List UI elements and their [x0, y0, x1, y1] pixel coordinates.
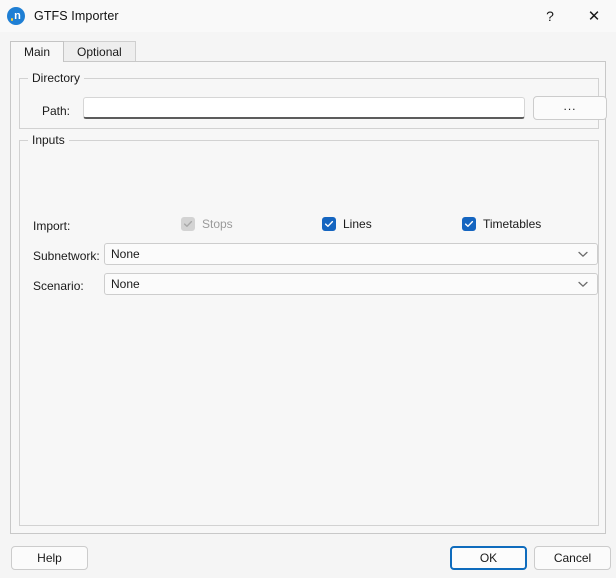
import-label: Import: [33, 219, 71, 233]
app-logo-dot [10, 18, 13, 21]
close-icon-button[interactable]: ✕ [572, 0, 616, 32]
checkbox-timetables-box[interactable] [462, 217, 476, 231]
window-title: GTFS Importer [34, 9, 119, 23]
tab-main[interactable]: Main [10, 41, 65, 62]
subnetwork-value: None [111, 247, 140, 261]
cancel-button[interactable]: Cancel [534, 546, 611, 570]
tab-panel-main: Directory Path: ... Inputs Import: Stops… [10, 61, 607, 534]
checkbox-timetables-label: Timetables [483, 217, 542, 231]
checkbox-timetables[interactable]: Timetables [462, 217, 541, 231]
check-icon [183, 220, 193, 227]
help-icon-button[interactable]: ? [528, 0, 572, 32]
checkbox-lines-box[interactable] [322, 217, 336, 231]
checkbox-stops-label: Stops [202, 217, 233, 231]
ok-button[interactable]: OK [450, 546, 527, 570]
browse-button[interactable]: ... [533, 96, 607, 120]
app-logo-letter: n [14, 9, 21, 22]
checkbox-stops-box[interactable] [181, 217, 195, 231]
tab-optional[interactable]: Optional [63, 41, 136, 62]
scenario-select[interactable]: None [104, 273, 598, 295]
group-directory: Directory Path: ... [19, 72, 607, 129]
group-directory-title: Directory [28, 72, 85, 85]
path-input[interactable] [83, 97, 525, 119]
group-inputs-title: Inputs [28, 134, 69, 147]
subnetwork-select[interactable]: None [104, 243, 598, 265]
chevron-down-icon[interactable] [577, 248, 589, 260]
checkbox-stops[interactable]: Stops [181, 217, 233, 231]
subnetwork-label: Subnetwork: [33, 249, 100, 263]
tab-strip: Main Optional [10, 41, 606, 62]
checkbox-lines[interactable]: Lines [322, 217, 372, 231]
scenario-label: Scenario: [33, 279, 84, 293]
group-inputs: Inputs [19, 134, 599, 526]
title-bar: n GTFS Importer ? ✕ [0, 0, 616, 32]
check-icon [324, 220, 334, 227]
app-logo-icon: n [7, 7, 25, 25]
checkbox-lines-label: Lines [343, 217, 372, 231]
help-button[interactable]: Help [11, 546, 88, 570]
scenario-value: None [111, 277, 140, 291]
path-label: Path: [42, 104, 71, 118]
chevron-down-icon[interactable] [577, 278, 589, 290]
window-controls: ? ✕ [528, 0, 616, 32]
check-icon [464, 220, 474, 227]
